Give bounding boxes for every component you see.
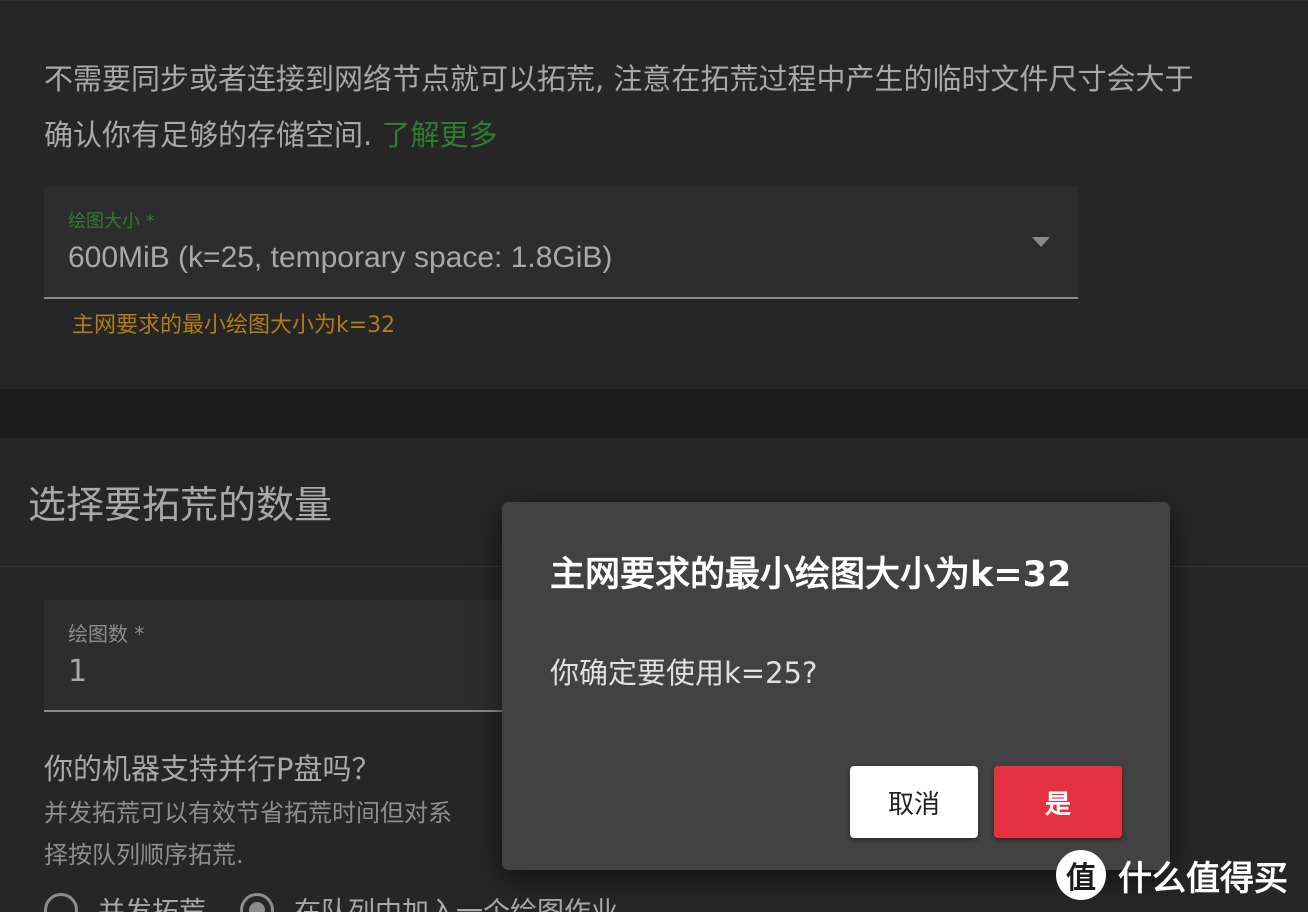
parallel-radio-group: 并发拓荒 在队列中加入一个绘图作业	[44, 890, 618, 912]
description-line-1: 不需要同步或者连接到网络节点就可以拓荒, 注意在拓荒过程中产生的临时文件尺寸会大…	[44, 62, 1194, 96]
plot-wizard-page: 不需要同步或者连接到网络节点就可以拓荒, 注意在拓荒过程中产生的临时文件尺寸会大…	[0, 0, 1308, 912]
dialog-message: 你确定要使用k=25?	[550, 656, 818, 690]
section-title: 选择要拓荒的数量	[28, 483, 333, 527]
radio-queue[interactable]	[240, 892, 274, 912]
plot-size-description: 不需要同步或者连接到网络节点就可以拓荒, 注意在拓荒过程中产生的临时文件尺寸会大…	[44, 51, 1308, 163]
radio-queue-label[interactable]: 在队列中加入一个绘图作业	[294, 890, 618, 912]
watermark-logo-icon: 值	[1056, 850, 1106, 900]
confirm-dialog: 主网要求的最小绘图大小为k=32 你确定要使用k=25? 取消 是	[502, 502, 1170, 870]
plot-size-select[interactable]: 绘图大小 * 600MiB (k=25, temporary space: 1.…	[44, 187, 1078, 299]
description-line-2-text: 确认你有足够的存储空间.	[44, 118, 373, 152]
radio-parallel[interactable]	[44, 892, 78, 912]
cancel-button[interactable]: 取消	[850, 766, 978, 838]
parallel-desc-line-1: 并发拓荒可以有效节省拓荒时间但对系	[44, 799, 452, 827]
parallel-desc-line-2: 择按队列顺序拓荒.	[44, 841, 244, 869]
plot-size-card: 不需要同步或者连接到网络节点就可以拓荒, 注意在拓荒过程中产生的临时文件尺寸会大…	[0, 0, 1308, 389]
radio-parallel-label[interactable]: 并发拓荒	[98, 890, 206, 912]
description-line-2: 确认你有足够的存储空间. 了解更多	[44, 107, 1308, 163]
watermark: 值 什么值得买	[1056, 850, 1288, 900]
dialog-title: 主网要求的最小绘图大小为k=32	[550, 555, 1072, 595]
plot-count-value[interactable]: 1	[68, 654, 87, 689]
dropdown-caret-icon[interactable]	[1032, 237, 1050, 247]
watermark-text: 什么值得买	[1118, 858, 1288, 899]
plot-size-value: 600MiB (k=25, temporary space: 1.8GiB)	[68, 241, 613, 274]
parallel-question: 你的机器支持并行P盘吗？	[44, 752, 381, 786]
parallel-description: 并发拓荒可以有效节省拓荒时间但对系 择按队列顺序拓荒.	[44, 792, 514, 876]
plot-size-label: 绘图大小 *	[68, 211, 155, 232]
plot-count-label: 绘图数 *	[68, 622, 145, 646]
plot-size-warning: 主网要求的最小绘图大小为k=32	[72, 313, 396, 338]
learn-more-link[interactable]: 了解更多	[381, 118, 497, 152]
confirm-button[interactable]: 是	[994, 766, 1122, 838]
